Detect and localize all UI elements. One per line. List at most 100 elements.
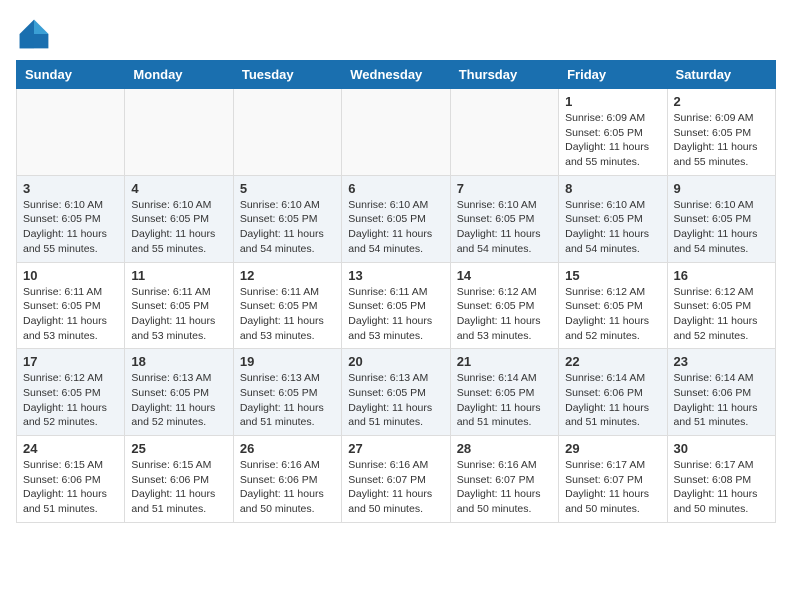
day-number: 19 — [240, 354, 335, 369]
day-info: Sunrise: 6:14 AM Sunset: 6:06 PM Dayligh… — [674, 371, 769, 430]
week-row-3: 10 Sunrise: 6:11 AM Sunset: 6:05 PM Dayli… — [17, 262, 776, 349]
calendar-cell: 27Sunrise: 6:16 AM Sunset: 6:07 PM Dayli… — [342, 436, 450, 523]
calendar-cell: 3 Sunrise: 6:10 AM Sunset: 6:05 PM Daylig… — [17, 175, 125, 262]
day-number: 22 — [565, 354, 660, 369]
day-info: Sunrise: 6:14 AM Sunset: 6:05 PM Dayligh… — [457, 371, 552, 430]
calendar-cell: 11 Sunrise: 6:11 AM Sunset: 6:05 PM Dayli… — [125, 262, 233, 349]
day-info: Sunrise: 6:10 AM Sunset: 6:05 PM Dayligh… — [565, 198, 660, 257]
day-number: 11 — [131, 268, 226, 283]
day-number: 16 — [674, 268, 769, 283]
weekday-header-tuesday: Tuesday — [233, 61, 341, 89]
day-number: 2 — [674, 94, 769, 109]
logo-icon — [16, 16, 52, 52]
day-number: 7 — [457, 181, 552, 196]
day-info: Sunrise: 6:12 AM Sunset: 6:05 PM Dayligh… — [674, 285, 769, 344]
calendar-cell: 22 Sunrise: 6:14 AM Sunset: 6:06 PM Dayli… — [559, 349, 667, 436]
logo — [16, 16, 56, 52]
day-info: Sunrise: 6:17 AM Sunset: 6:07 PM Dayligh… — [565, 458, 660, 517]
weekday-header-sunday: Sunday — [17, 61, 125, 89]
weekday-header-wednesday: Wednesday — [342, 61, 450, 89]
calendar-cell: 10 Sunrise: 6:11 AM Sunset: 6:05 PM Dayli… — [17, 262, 125, 349]
day-info: Sunrise: 6:11 AM Sunset: 6:05 PM Dayligh… — [348, 285, 443, 344]
weekday-header-monday: Monday — [125, 61, 233, 89]
day-number: 10 — [23, 268, 118, 283]
calendar-cell: 5 Sunrise: 6:10 AM Sunset: 6:05 PM Daylig… — [233, 175, 341, 262]
day-info: Sunrise: 6:15 AM Sunset: 6:06 PM Dayligh… — [131, 458, 226, 517]
calendar-cell: 29 Sunrise: 6:17 AM Sunset: 6:07 PM Dayli… — [559, 436, 667, 523]
calendar-cell: 14Sunrise: 6:12 AM Sunset: 6:05 PM Dayli… — [450, 262, 558, 349]
day-number: 14 — [457, 268, 552, 283]
calendar-cell: 13 Sunrise: 6:11 AM Sunset: 6:05 PM Dayli… — [342, 262, 450, 349]
day-number: 5 — [240, 181, 335, 196]
calendar-cell: 18 Sunrise: 6:13 AM Sunset: 6:05 PM Dayli… — [125, 349, 233, 436]
day-info: Sunrise: 6:10 AM Sunset: 6:05 PM Dayligh… — [457, 198, 552, 257]
day-number: 8 — [565, 181, 660, 196]
calendar-cell: 20Sunrise: 6:13 AM Sunset: 6:05 PM Dayli… — [342, 349, 450, 436]
calendar-cell: 12 Sunrise: 6:11 AM Sunset: 6:05 PM Dayli… — [233, 262, 341, 349]
week-row-2: 3 Sunrise: 6:10 AM Sunset: 6:05 PM Daylig… — [17, 175, 776, 262]
day-number: 29 — [565, 441, 660, 456]
week-row-4: 17 Sunrise: 6:12 AM Sunset: 6:05 PM Dayli… — [17, 349, 776, 436]
calendar-cell: 23 Sunrise: 6:14 AM Sunset: 6:06 PM Dayli… — [667, 349, 775, 436]
calendar-cell: 4Sunrise: 6:10 AM Sunset: 6:05 PM Daylig… — [125, 175, 233, 262]
day-number: 18 — [131, 354, 226, 369]
day-number: 26 — [240, 441, 335, 456]
day-info: Sunrise: 6:10 AM Sunset: 6:05 PM Dayligh… — [348, 198, 443, 257]
day-number: 4 — [131, 181, 226, 196]
day-number: 27 — [348, 441, 443, 456]
day-info: Sunrise: 6:12 AM Sunset: 6:05 PM Dayligh… — [565, 285, 660, 344]
day-info: Sunrise: 6:17 AM Sunset: 6:08 PM Dayligh… — [674, 458, 769, 517]
day-info: Sunrise: 6:15 AM Sunset: 6:06 PM Dayligh… — [23, 458, 118, 517]
day-number: 1 — [565, 94, 660, 109]
day-number: 13 — [348, 268, 443, 283]
calendar-cell: 7 Sunrise: 6:10 AM Sunset: 6:05 PM Daylig… — [450, 175, 558, 262]
weekday-header-thursday: Thursday — [450, 61, 558, 89]
day-number: 24 — [23, 441, 118, 456]
day-info: Sunrise: 6:16 AM Sunset: 6:06 PM Dayligh… — [240, 458, 335, 517]
day-info: Sunrise: 6:11 AM Sunset: 6:05 PM Dayligh… — [23, 285, 118, 344]
calendar-cell: 17 Sunrise: 6:12 AM Sunset: 6:05 PM Dayli… — [17, 349, 125, 436]
day-info: Sunrise: 6:10 AM Sunset: 6:05 PM Dayligh… — [674, 198, 769, 257]
calendar-cell: 8 Sunrise: 6:10 AM Sunset: 6:05 PM Daylig… — [559, 175, 667, 262]
calendar-cell — [17, 89, 125, 176]
day-number: 17 — [23, 354, 118, 369]
day-number: 23 — [674, 354, 769, 369]
day-info: Sunrise: 6:09 AM Sunset: 6:05 PM Dayligh… — [674, 111, 769, 170]
calendar-cell: 21Sunrise: 6:14 AM Sunset: 6:05 PM Dayli… — [450, 349, 558, 436]
calendar-cell: 26 Sunrise: 6:16 AM Sunset: 6:06 PM Dayli… — [233, 436, 341, 523]
week-row-5: 24 Sunrise: 6:15 AM Sunset: 6:06 PM Dayli… — [17, 436, 776, 523]
calendar-cell: 1 Sunrise: 6:09 AM Sunset: 6:05 PM Daylig… — [559, 89, 667, 176]
calendar-cell — [233, 89, 341, 176]
calendar-cell: 2 Sunrise: 6:09 AM Sunset: 6:05 PM Daylig… — [667, 89, 775, 176]
day-info: Sunrise: 6:13 AM Sunset: 6:05 PM Dayligh… — [131, 371, 226, 430]
calendar-cell: 15 Sunrise: 6:12 AM Sunset: 6:05 PM Dayli… — [559, 262, 667, 349]
day-number: 25 — [131, 441, 226, 456]
weekday-header-row: SundayMondayTuesdayWednesdayThursdayFrid… — [17, 61, 776, 89]
day-number: 30 — [674, 441, 769, 456]
day-info: Sunrise: 6:14 AM Sunset: 6:06 PM Dayligh… — [565, 371, 660, 430]
day-number: 9 — [674, 181, 769, 196]
calendar-cell: 28 Sunrise: 6:16 AM Sunset: 6:07 PM Dayli… — [450, 436, 558, 523]
calendar-cell: 9 Sunrise: 6:10 AM Sunset: 6:05 PM Daylig… — [667, 175, 775, 262]
day-info: Sunrise: 6:10 AM Sunset: 6:05 PM Dayligh… — [240, 198, 335, 257]
day-info: Sunrise: 6:16 AM Sunset: 6:07 PM Dayligh… — [457, 458, 552, 517]
calendar-cell: 19Sunrise: 6:13 AM Sunset: 6:05 PM Dayli… — [233, 349, 341, 436]
weekday-header-friday: Friday — [559, 61, 667, 89]
weekday-header-saturday: Saturday — [667, 61, 775, 89]
day-number: 6 — [348, 181, 443, 196]
day-info: Sunrise: 6:11 AM Sunset: 6:05 PM Dayligh… — [131, 285, 226, 344]
calendar-cell: 16 Sunrise: 6:12 AM Sunset: 6:05 PM Dayli… — [667, 262, 775, 349]
day-info: Sunrise: 6:11 AM Sunset: 6:05 PM Dayligh… — [240, 285, 335, 344]
day-number: 3 — [23, 181, 118, 196]
day-number: 12 — [240, 268, 335, 283]
week-row-1: 1 Sunrise: 6:09 AM Sunset: 6:05 PM Daylig… — [17, 89, 776, 176]
day-number: 15 — [565, 268, 660, 283]
day-number: 20 — [348, 354, 443, 369]
calendar-table: SundayMondayTuesdayWednesdayThursdayFrid… — [16, 60, 776, 523]
day-info: Sunrise: 6:09 AM Sunset: 6:05 PM Dayligh… — [565, 111, 660, 170]
day-info: Sunrise: 6:10 AM Sunset: 6:05 PM Dayligh… — [23, 198, 118, 257]
day-info: Sunrise: 6:12 AM Sunset: 6:05 PM Dayligh… — [23, 371, 118, 430]
calendar-cell: 24 Sunrise: 6:15 AM Sunset: 6:06 PM Dayli… — [17, 436, 125, 523]
calendar-cell — [342, 89, 450, 176]
day-number: 28 — [457, 441, 552, 456]
